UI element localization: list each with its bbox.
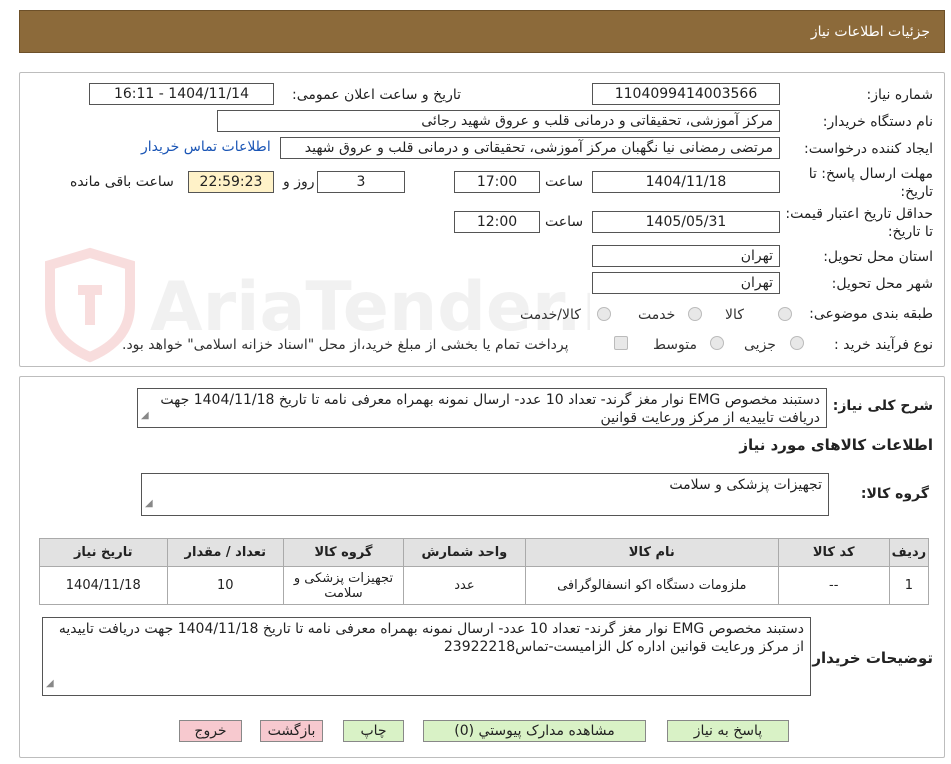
resize-grip-icon[interactable]: ◢ <box>141 407 149 425</box>
radio-goods[interactable] <box>778 307 792 321</box>
validity-label: حداقل تاریخ اعتبار قیمت: تا تاریخ: <box>785 206 933 240</box>
goods-group-text: تجهیزات پزشکی و سلامت <box>669 477 822 493</box>
city-label: شهر محل تحویل: <box>831 276 933 292</box>
deadline-time-label: ساعت <box>545 174 584 190</box>
col-header: واحد شمارش <box>402 538 526 567</box>
resize-grip-icon[interactable]: ◢ <box>145 495 153 513</box>
validity-date-field: 1405/05/31 <box>592 211 780 233</box>
col-header: ردیف <box>888 538 930 567</box>
page-header: جزئیات اطلاعات نیاز <box>19 10 945 53</box>
summary-text: دستبند مخصوص EMG نوار مغز گرند- تعداد 10… <box>160 392 820 426</box>
radio-goods-label: کالا <box>725 307 744 323</box>
remaining-time-field: 22:59:23 <box>188 171 274 193</box>
radio-goods-service[interactable] <box>597 307 611 321</box>
buyer-notes-text: دستبند مخصوص EMG نوار مغز گرند- تعداد 10… <box>58 621 804 655</box>
goods-group-textarea[interactable]: تجهیزات پزشکی و سلامت ◢ <box>141 473 829 516</box>
attachments-button[interactable]: مشاهده مدارک پیوستي (0) <box>423 720 646 742</box>
radio-service-label: خدمت <box>638 307 676 323</box>
cell-quantity: 10 <box>166 566 285 605</box>
buyer-label: نام دستگاه خریدار: <box>822 114 933 130</box>
province-field: تهران <box>592 245 780 267</box>
province-label: استان محل تحویل: <box>823 249 933 265</box>
page-title: جزئیات اطلاعات نیاز <box>810 24 930 40</box>
cell-need-date: 1404/11/18 <box>39 566 168 605</box>
need-number-label: شماره نیاز: <box>866 87 934 103</box>
deadline-time-field: 17:00 <box>454 171 540 193</box>
cell-goods-code: -- <box>777 566 890 605</box>
table-header-row: ردیف کد کالا نام کالا واحد شمارش گروه کا… <box>39 538 930 567</box>
announce-label: تاریخ و ساعت اعلان عمومی: <box>292 87 461 103</box>
radio-partial[interactable] <box>790 336 804 350</box>
col-header: گروه کالا <box>283 538 404 567</box>
radio-partial-label: جزیی <box>744 337 776 353</box>
exit-button[interactable]: خروج <box>179 720 242 742</box>
buyer-contact-link[interactable]: اطلاعات تماس خریدار <box>141 139 271 155</box>
deadline-label: مهلت ارسال پاسخ: تا تاریخ: <box>808 166 933 200</box>
radio-medium[interactable] <box>710 336 724 350</box>
cell-goods-group: تجهیزات پزشکی و سلامت <box>283 566 404 605</box>
table-row: 1 -- ملزومات دستگاه اکو انسفالوگرافی عدد… <box>39 566 930 605</box>
goods-table: ردیف کد کالا نام کالا واحد شمارش گروه کا… <box>39 538 930 605</box>
cell-row-number: 1 <box>888 566 930 605</box>
treasury-checkbox[interactable] <box>614 336 628 350</box>
process-label: نوع فرآیند خرید : <box>834 337 933 353</box>
col-header: کد کالا <box>777 538 890 567</box>
col-header: نام کالا <box>524 538 779 567</box>
cell-unit: عدد <box>402 566 526 605</box>
col-header: تعداد / مقدار <box>166 538 285 567</box>
resize-grip-icon[interactable]: ◢ <box>46 675 54 693</box>
buyer-field: مرکز آموزشی، تحقیقاتی و درمانی قلب و عرو… <box>217 110 780 132</box>
category-label: طبقه بندی موضوعی: <box>809 306 933 322</box>
buyer-notes-textarea[interactable]: دستبند مخصوص EMG نوار مغز گرند- تعداد 10… <box>42 617 811 696</box>
creator-field: مرتضی رمضانی نیا نگهبان مرکز آموزشی، تحق… <box>280 137 780 159</box>
radio-medium-label: متوسط <box>653 337 697 353</box>
goods-section-title: اطلاعات کالاهای مورد نیاز <box>739 436 933 454</box>
validity-time-label: ساعت <box>545 214 584 230</box>
cell-goods-name: ملزومات دستگاه اکو انسفالوگرافی <box>524 566 779 605</box>
summary-textarea[interactable]: دستبند مخصوص EMG نوار مغز گرند- تعداد 10… <box>137 388 827 428</box>
treasury-note: پرداخت تمام یا بخشی از مبلغ خرید،از محل … <box>122 337 569 353</box>
back-button[interactable]: بازگشت <box>260 720 323 742</box>
city-field: تهران <box>592 272 780 294</box>
deadline-date-field: 1404/11/18 <box>592 171 780 193</box>
validity-time-field: 12:00 <box>454 211 540 233</box>
col-header: تاریخ نیاز <box>39 538 168 567</box>
reply-button[interactable]: پاسخ به نیاز <box>667 720 789 742</box>
summary-label: شرح کلی نیاز: <box>832 398 933 414</box>
goods-group-label: گروه کالا: <box>860 486 929 502</box>
creator-label: ایجاد کننده درخواست: <box>804 141 933 157</box>
days-label: روز و <box>283 174 315 190</box>
radio-service[interactable] <box>688 307 702 321</box>
print-button[interactable]: چاپ <box>343 720 404 742</box>
announce-field: 1404/11/14 - 16:11 <box>89 83 274 105</box>
buyer-notes-label: توضیحات خریدار: <box>806 649 933 667</box>
radio-goods-service-label: کالا/خدمت <box>520 307 581 323</box>
need-number-field: 1104099414003566 <box>592 83 780 105</box>
remaining-label: ساعت باقی مانده <box>70 174 174 190</box>
days-field: 3 <box>317 171 405 193</box>
